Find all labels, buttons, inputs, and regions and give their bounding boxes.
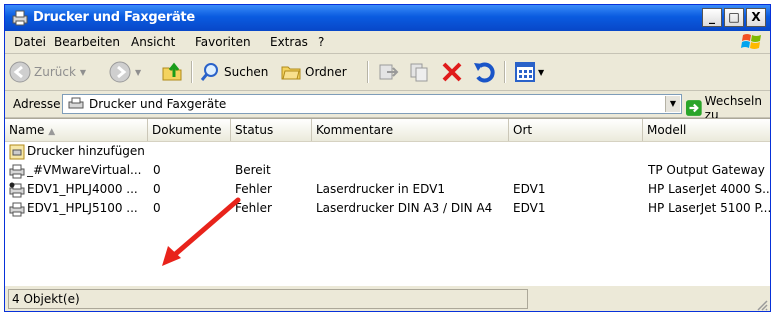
folders-icon [281,66,301,80]
menu-bearbeiten[interactable]: Bearbeiten [54,35,120,49]
column-header-comments[interactable]: Kommentare [312,119,509,141]
windows-logo-icon [741,34,761,49]
views-dropdown-icon[interactable]: ▼ [538,68,544,77]
address-dropdown-icon[interactable]: ▼ [665,96,680,112]
delete-button[interactable] [440,60,464,84]
forward-dropdown-icon[interactable]: ▼ [135,68,141,77]
column-header-name[interactable]: Name ▲ [5,119,148,141]
menu-extras[interactable]: Extras [270,35,308,49]
title-bar[interactable]: Drucker und Faxgeräte _ □ X [5,5,770,31]
menu-ansicht[interactable]: Ansicht [131,35,175,49]
printer-model: HP LaserJet 5100 P... [648,201,771,215]
search-button[interactable]: Suchen [199,60,268,84]
toolbar: Zurück ▼ ▼ Suchen Ordner ▼ [5,54,770,91]
address-value: Drucker und Faxgeräte [89,97,227,111]
address-input[interactable]: Drucker und Faxgeräte ▼ [62,94,682,114]
close-button[interactable]: X [746,8,766,27]
list-item[interactable]: EDV1_HPLJ5100 ... 0 Fehler Laserdrucker … [5,200,770,219]
back-dropdown-icon[interactable]: ▼ [80,68,86,77]
document-count: 0 [153,182,161,196]
folders-button[interactable]: Ordner [280,60,347,84]
printer-status: Bereit [235,163,271,177]
menu-favoriten[interactable]: Favoriten [195,35,251,49]
move-to-button[interactable] [377,60,399,84]
search-icon [200,63,218,81]
undo-icon [474,62,495,83]
printer-icon [9,202,25,217]
printer-name: Drucker hinzufügen [27,144,145,158]
printer-model: TP Output Gateway [648,163,765,177]
printer-folder-icon [68,97,84,109]
delete-x-icon [442,62,462,82]
printer-model: HP LaserJet 4000 S... [648,182,771,196]
status-text: 4 Objekt(e) [8,289,528,309]
list-item[interactable]: Drucker hinzufügen [5,143,770,162]
minimize-button[interactable]: _ [702,8,722,27]
printer-comment: Laserdrucker in EDV1 [316,182,446,196]
maximize-button[interactable]: □ [724,8,744,27]
copy-to-icon [410,63,428,82]
menu-bar: Datei Bearbeiten Ansicht Favoriten Extra… [5,31,770,54]
document-count: 0 [153,163,161,177]
printer-name: EDV1_HPLJ5100 ... [27,201,138,215]
list-item[interactable]: _#VMwareVirtual... 0 Bereit TP Output Ga… [5,162,770,181]
menu-help[interactable]: ? [318,35,324,49]
resize-grip-icon[interactable] [756,299,768,311]
status-bar: 4 Objekt(e) [5,286,770,311]
printer-location: EDV1 [513,182,546,196]
folders-label: Ordner [305,65,347,79]
forward-arrow-icon [109,61,131,83]
column-header-model[interactable]: Modell [643,119,770,141]
views-button[interactable]: ▼ [514,60,544,84]
printer-folder-icon [12,10,28,26]
printer-name: EDV1_HPLJ4000 ... [27,182,138,196]
menu-datei[interactable]: Datei [14,35,46,49]
undo-button[interactable] [472,60,496,84]
document-count: 0 [153,201,161,215]
list-item[interactable]: EDV1_HPLJ4000 ... 0 Fehler Laserdrucker … [5,181,770,200]
column-header-location[interactable]: Ort [509,119,643,141]
printer-location: EDV1 [513,201,546,215]
printer-status: Fehler [235,182,272,196]
search-label: Suchen [224,65,269,79]
default-printer-icon [9,182,25,198]
up-folder-icon [162,62,182,81]
window-title: Drucker und Faxgeräte [33,10,195,25]
back-label: Zurück [34,65,76,79]
printer-list: Name ▲ Dokumente Status Kommentare Ort M… [5,118,770,287]
explorer-window: Drucker und Faxgeräte _ □ X Datei Bearbe… [4,4,771,312]
copy-to-button[interactable] [408,60,430,84]
go-arrow-icon [686,100,702,116]
forward-button[interactable]: ▼ [109,60,141,84]
up-folder-button[interactable] [160,60,184,84]
printer-status: Fehler [235,201,272,215]
back-button[interactable]: Zurück ▼ [9,60,86,84]
add-printer-icon [9,144,25,160]
back-arrow-icon [9,61,31,83]
column-header-status[interactable]: Status [231,119,312,141]
address-label: Adresse [13,97,61,111]
printer-icon [9,164,25,179]
list-header: Name ▲ Dokumente Status Kommentare Ort M… [5,119,770,142]
views-icon [515,62,535,82]
printer-name: _#VMwareVirtual... [27,163,142,177]
sort-ascending-icon: ▲ [48,127,56,137]
printer-comment: Laserdrucker DIN A3 / DIN A4 [316,201,493,215]
move-to-icon [379,64,399,80]
address-bar: Adresse Drucker und Faxgeräte ▼ Wechseln… [5,91,770,122]
column-header-documents[interactable]: Dokumente [148,119,231,141]
